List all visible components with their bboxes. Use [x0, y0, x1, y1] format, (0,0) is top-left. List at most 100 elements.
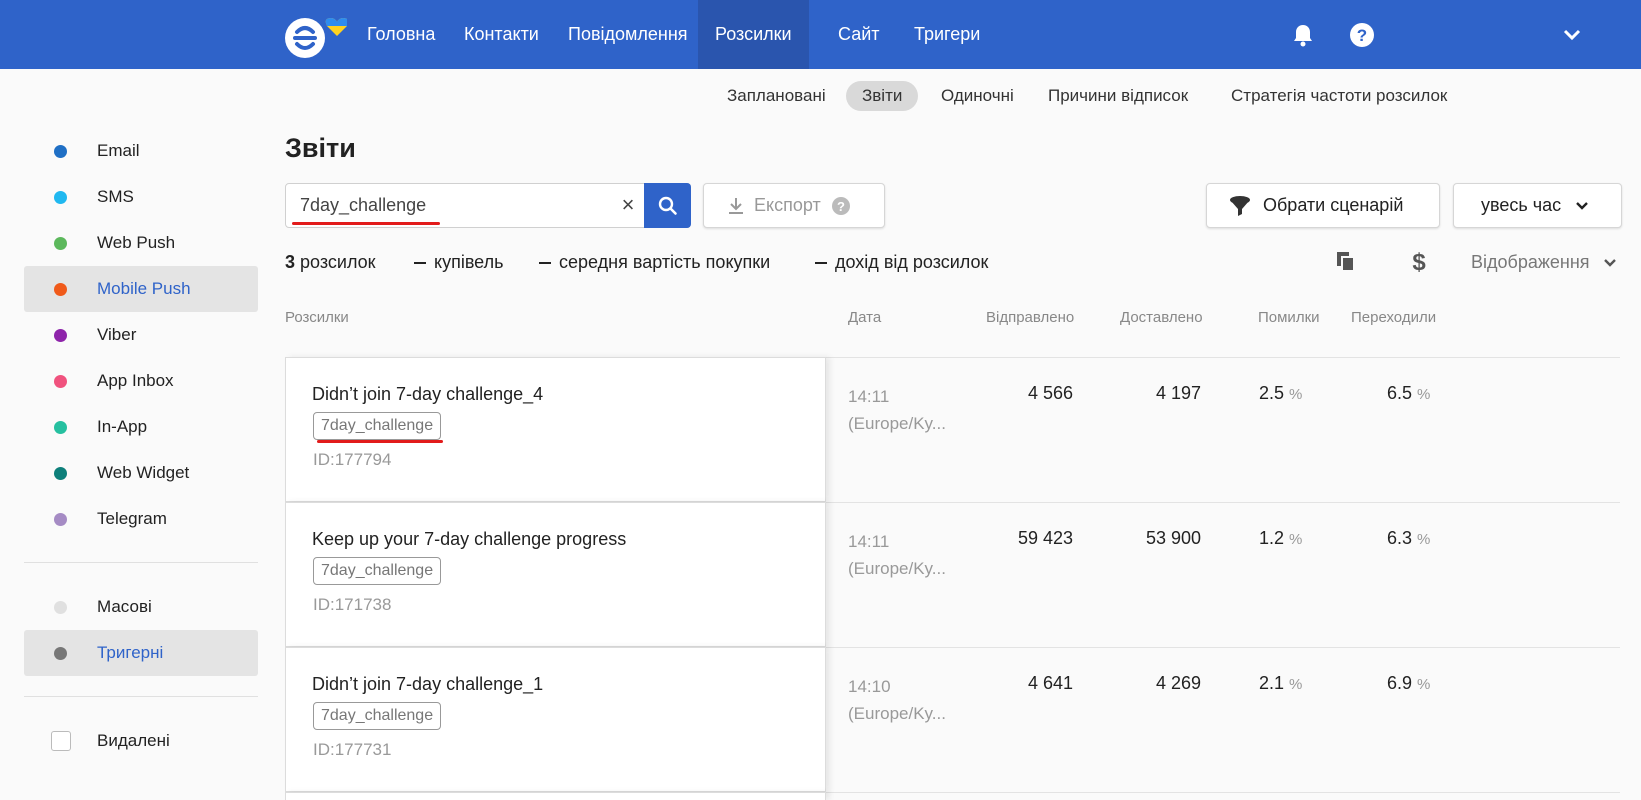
campaign-tag[interactable]: 7day_challenge — [313, 702, 442, 730]
revenue-label: дохід від розсилок — [835, 252, 989, 272]
dollar-icon[interactable]: $ — [1406, 247, 1432, 277]
subnav-scheduled[interactable]: Заплановані — [711, 81, 842, 111]
search-highlight-underline — [292, 222, 440, 225]
sidebar-item-telegram[interactable]: Telegram — [24, 496, 258, 542]
select-scenario-label: Обрати сценарій — [1263, 195, 1404, 215]
nav-contacts[interactable]: Контакти — [447, 0, 556, 69]
download-icon — [729, 197, 743, 214]
chevron-down-icon — [1576, 201, 1588, 210]
search-button[interactable] — [644, 183, 691, 228]
sidebar-item-mass[interactable]: Масові — [24, 584, 258, 630]
chevron-down-icon — [1603, 259, 1616, 267]
nav-triggers[interactable]: Тригери — [897, 0, 997, 69]
nav-campaigns[interactable]: Розсилки — [698, 0, 809, 69]
campaign-date: 14:11 (Europe/Ky... — [848, 387, 946, 433]
sidebar-item-viber[interactable]: Viber — [24, 312, 258, 358]
sidebar-item-label: App Inbox — [97, 371, 174, 390]
campaign-tag[interactable]: 7day_challenge — [313, 557, 442, 585]
help-circle-icon[interactable]: ? — [831, 196, 851, 216]
sidebar-item-sms[interactable]: SMS — [24, 174, 258, 220]
clear-icon[interactable]: × — [616, 193, 640, 217]
subnav-frequency-strategy[interactable]: Стратегія частоти розсилок — [1215, 81, 1463, 111]
table-row[interactable]: Keep up your 7-day challenge progress 7d… — [285, 502, 826, 647]
campaign-date: 14:11 (Europe/Ky... — [848, 532, 946, 578]
summary-revenue: дохід від розсилок — [815, 252, 988, 273]
sidebar-item-web-push[interactable]: Web Push — [24, 220, 258, 266]
clicks-value: 6.9 % — [1387, 673, 1431, 693]
nav-home[interactable]: Головна — [350, 0, 452, 69]
nav-messages[interactable]: Повідомлення — [551, 0, 705, 69]
column-header-sent[interactable]: Відправлено — [986, 309, 1074, 326]
bell-icon[interactable] — [1286, 18, 1320, 52]
svg-text:$: $ — [1412, 249, 1426, 275]
column-header-name[interactable]: Розсилки — [285, 309, 349, 326]
avg-purchase-label: середня вартість покупки — [559, 252, 771, 272]
column-header-delivered[interactable]: Доставлено — [1120, 309, 1203, 326]
search-box: × — [285, 183, 691, 228]
sidebar-item-in-app[interactable]: In-App — [24, 404, 258, 450]
summary-count: 3 розсилок — [285, 252, 376, 273]
esputnik-logo-icon[interactable] — [283, 10, 349, 60]
sidebar-item-deleted[interactable]: Видалені — [24, 718, 258, 764]
errors-value: 2.1 % — [1259, 673, 1303, 693]
errors-value: 2.5 % — [1259, 383, 1303, 403]
svg-text:?: ? — [1357, 26, 1367, 45]
sidebar-item-trigger[interactable]: Тригерні — [24, 630, 258, 676]
copy-icon[interactable] — [1333, 247, 1359, 277]
export-label: Експорт — [754, 195, 821, 215]
mobile-push-dot-icon — [54, 283, 67, 296]
column-header-errors[interactable]: Помилки — [1258, 309, 1320, 326]
sidebar-item-label: In-App — [97, 417, 148, 436]
display-dropdown[interactable]: Відображення — [1471, 252, 1617, 273]
sidebar-item-mobile-push[interactable]: Mobile Push — [24, 266, 258, 312]
subnav-unsubscribe-reasons[interactable]: Причини відписок — [1032, 81, 1204, 111]
delivered-value: 53 900 — [1145, 528, 1201, 548]
clicks-value: 6.5 % — [1387, 383, 1431, 403]
column-header-clicks[interactable]: Переходили — [1351, 309, 1436, 326]
search-input[interactable] — [300, 185, 600, 226]
mass-dot-icon — [54, 601, 67, 614]
page-title: Звіти — [285, 133, 356, 163]
campaign-date: 14:10 (Europe/Ky... — [848, 677, 946, 723]
help-icon[interactable]: ? — [1345, 18, 1379, 52]
subnav-single[interactable]: Одиночні — [925, 81, 1030, 111]
delivered-value: 4 197 — [1155, 383, 1201, 403]
sidebar-item-app-inbox[interactable]: App Inbox — [24, 358, 258, 404]
table-row[interactable] — [285, 792, 826, 800]
table-row[interactable]: Didn’t join 7-day challenge_1 7day_chall… — [285, 647, 826, 792]
sidebar-item-email[interactable]: Email — [24, 128, 258, 174]
export-button[interactable]: Експорт ? — [703, 183, 885, 228]
sms-dot-icon — [54, 191, 67, 204]
sidebar-item-label: Viber — [97, 325, 137, 344]
campaign-tag[interactable]: 7day_challenge — [313, 412, 442, 440]
campaign-title[interactable]: Didn’t join 7-day challenge_4 — [312, 384, 543, 405]
select-scenario-button[interactable]: Обрати сценарій — [1206, 183, 1440, 228]
purchases-label: купівель — [434, 252, 504, 272]
deleted-checkbox[interactable] — [51, 731, 71, 751]
subnav-reports[interactable]: Звіти — [846, 81, 919, 111]
sidebar-item-label: Email — [97, 141, 140, 160]
errors-value: 1.2 % — [1259, 528, 1303, 548]
svg-text:?: ? — [837, 199, 845, 214]
campaign-title[interactable]: Didn’t join 7-day challenge_1 — [312, 674, 543, 695]
period-dropdown[interactable]: увесь час — [1453, 183, 1622, 228]
campaign-count-label: розсилок — [300, 252, 376, 272]
column-header-date[interactable]: Дата — [848, 309, 881, 326]
search-icon — [658, 196, 677, 215]
chevron-down-icon[interactable] — [1555, 18, 1589, 52]
sidebar-item-label: Mobile Push — [97, 279, 191, 298]
sidebar-divider — [24, 696, 258, 697]
sidebar-item-label: Web Widget — [97, 463, 190, 482]
display-label: Відображення — [1471, 252, 1590, 272]
in-app-dot-icon — [54, 421, 67, 434]
nav-site[interactable]: Сайт — [821, 0, 897, 69]
campaign-title[interactable]: Keep up your 7-day challenge progress — [312, 529, 626, 550]
trigger-dot-icon — [54, 647, 67, 660]
table-row[interactable]: Didn’t join 7-day challenge_4 7day_chall… — [285, 357, 826, 502]
sidebar-item-label: Web Push — [97, 233, 176, 252]
campaign-id: ID:177794 — [313, 450, 392, 469]
web-widget-dot-icon — [54, 467, 67, 480]
sidebar-item-label: Telegram — [97, 509, 167, 528]
sidebar-item-web-widget[interactable]: Web Widget — [24, 450, 258, 496]
sidebar-item-label: SMS — [97, 187, 134, 206]
